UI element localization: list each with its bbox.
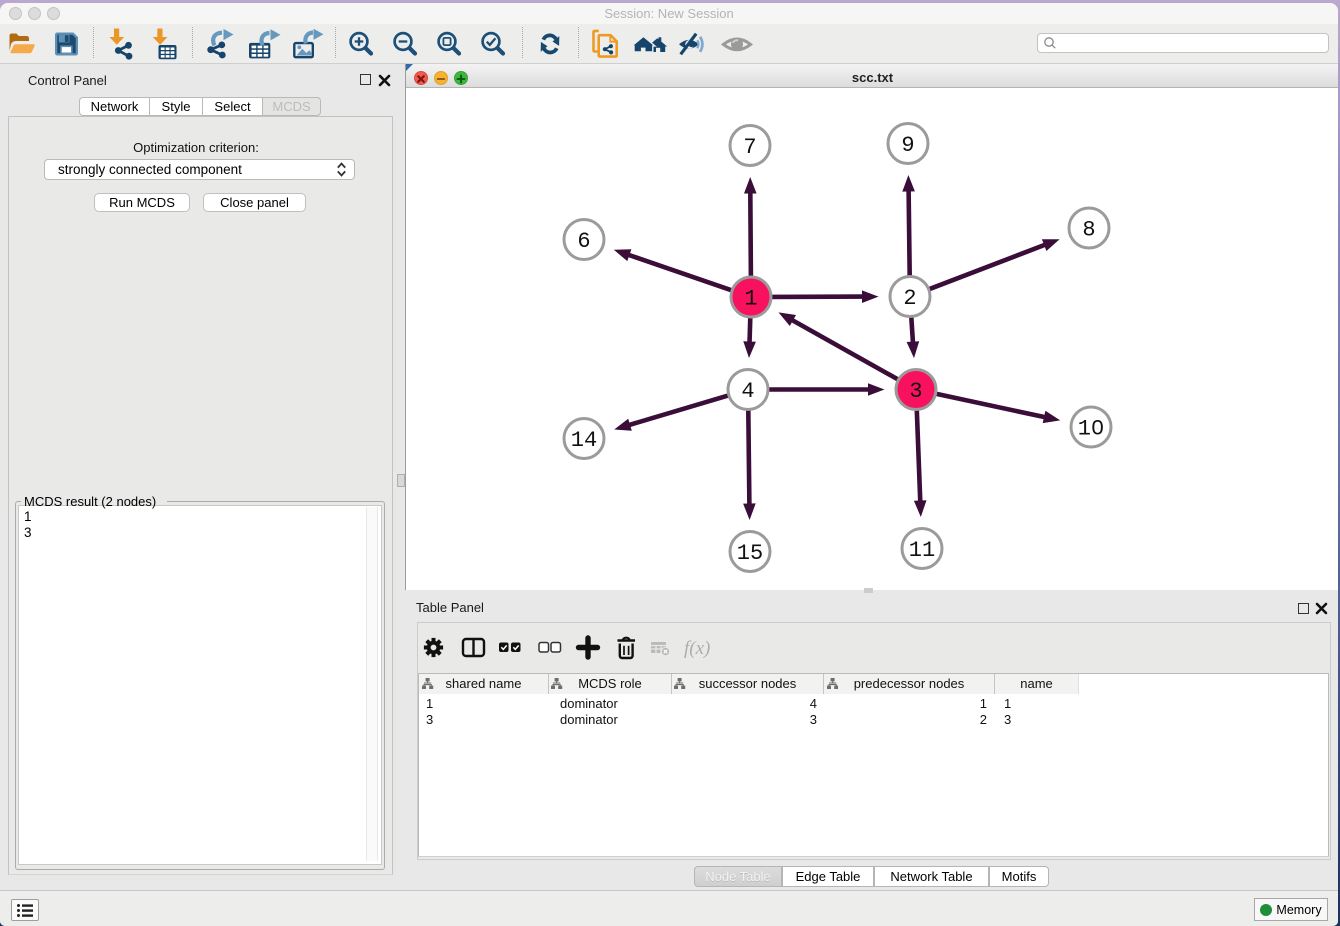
svg-text:1: 1 bbox=[744, 287, 757, 312]
svg-text:2: 2 bbox=[903, 286, 916, 311]
svg-text:11: 11 bbox=[909, 538, 935, 563]
svg-text:15: 15 bbox=[737, 541, 763, 566]
svg-text:9: 9 bbox=[901, 133, 914, 158]
svg-text:4: 4 bbox=[741, 379, 754, 404]
svg-text:6: 6 bbox=[577, 229, 590, 254]
svg-text:10: 10 bbox=[1078, 417, 1104, 442]
svg-text:7: 7 bbox=[743, 135, 756, 160]
svg-text:8: 8 bbox=[1082, 218, 1095, 243]
svg-text:14: 14 bbox=[571, 428, 597, 453]
svg-text:f(x): f(x) bbox=[684, 638, 710, 659]
svg-text:3: 3 bbox=[909, 379, 922, 404]
